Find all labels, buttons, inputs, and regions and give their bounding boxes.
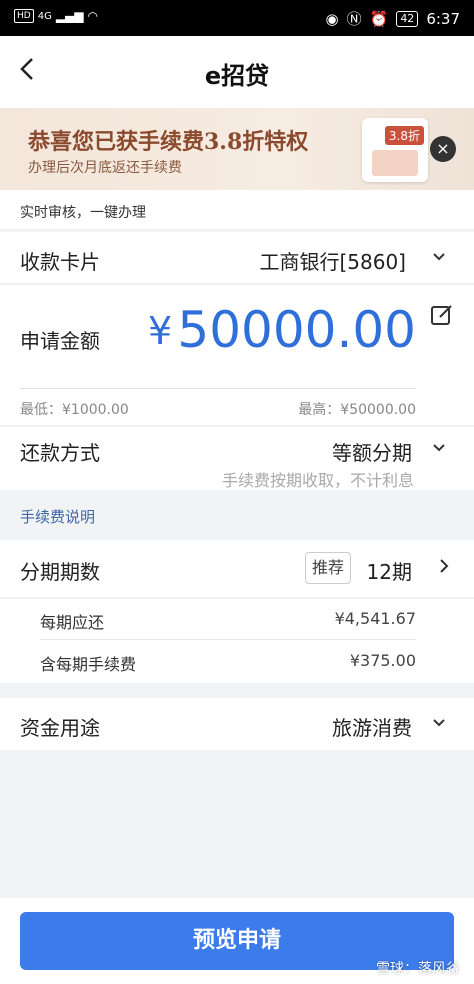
clock: 6:37: [426, 9, 460, 28]
fee-explanation-link[interactable]: 手续费说明: [0, 491, 474, 539]
notice-text: 实时审核，一键办理: [20, 205, 146, 221]
amount-input[interactable]: 50000.00: [177, 301, 416, 359]
alarm-icon: ⏰: [369, 9, 389, 28]
wifi-icon: ◠: [87, 9, 98, 23]
promo-envelope-image: 3.8折: [362, 118, 428, 182]
installment-period-label: 分期期数: [20, 560, 100, 584]
receiving-card-label: 收款卡片: [20, 250, 100, 274]
receiving-card-value: 工商银行[5860]: [259, 250, 406, 274]
nfc-icon: Ⓝ: [346, 10, 362, 28]
notice-bar: 实时审核，一键办理: [0, 190, 474, 230]
promo-subtitle: 办理后次月底返还手续费: [28, 160, 182, 176]
per-period-label: 每期应还: [40, 613, 105, 632]
repayment-method-row[interactable]: 还款方式 等额分期 手续费按期收取，不计利息: [0, 426, 474, 490]
chevron-down-icon: [432, 715, 446, 734]
amount-max: 最高：¥50000.00: [298, 402, 416, 418]
navigation-bar: e招贷: [0, 36, 474, 108]
repayment-method-value: 等额分期: [332, 441, 412, 465]
battery-indicator: 42: [396, 10, 419, 27]
repayment-method-label: 还款方式: [20, 441, 100, 465]
installment-period-value: 12期: [366, 560, 412, 584]
watermark: 雪球：落风谷: [376, 961, 460, 977]
per-period-value: ¥4,541.67: [334, 609, 416, 628]
per-period-fee-label: 含每期手续费: [40, 655, 137, 674]
chevron-right-icon: [438, 555, 450, 580]
amount-divider: [20, 388, 416, 389]
status-bar: HD 4G ▂▄▆ ◠ ◉ Ⓝ ⏰ 42 6:37: [0, 0, 474, 36]
receiving-card-row[interactable]: 收款卡片 工商银行[5860]: [0, 232, 474, 284]
fund-purpose-row[interactable]: 资金用途 旅游消费: [0, 698, 474, 750]
network-indicator: 4G: [37, 10, 52, 22]
installment-details: 每期应还 ¥4,541.67 含每期手续费 ¥375.00: [0, 599, 474, 683]
amount-label: 申请金额: [20, 329, 100, 353]
amount-section: 申请金额 ¥ 50000.00 最低：¥1000.00 最高：¥50000.00: [0, 285, 474, 425]
per-period-fee-value: ¥375.00: [349, 651, 416, 670]
edit-icon[interactable]: [430, 303, 454, 327]
chevron-down-icon: [432, 249, 446, 268]
envelope-icon: [372, 150, 418, 176]
currency-symbol: ¥: [148, 309, 173, 353]
page-title: e招贷: [204, 62, 270, 90]
chevron-down-icon: [432, 440, 446, 459]
fund-purpose-value: 旅游消费: [332, 716, 412, 740]
promo-banner[interactable]: 恭喜您已获手续费3.8折特权 办理后次月底返还手续费 3.8折 ×: [0, 108, 474, 190]
hd-indicator: HD: [14, 9, 34, 23]
close-icon[interactable]: ×: [430, 136, 456, 162]
repayment-hint: 手续费按期收取，不计利息: [221, 471, 414, 490]
eye-icon: ◉: [325, 9, 339, 28]
fund-purpose-label: 资金用途: [20, 716, 100, 740]
promo-badge: 3.8折: [384, 126, 424, 145]
recommended-badge: 推荐: [305, 552, 351, 584]
detail-divider: [40, 639, 416, 640]
signal-icon: ▂▄▆: [55, 9, 84, 23]
installment-period-row[interactable]: 分期期数 推荐 12期: [0, 540, 474, 598]
promo-title: 恭喜您已获手续费3.8折特权: [28, 129, 309, 155]
amount-min: 最低：¥1000.00: [20, 402, 129, 418]
fee-explanation-text: 手续费说明: [20, 508, 96, 526]
